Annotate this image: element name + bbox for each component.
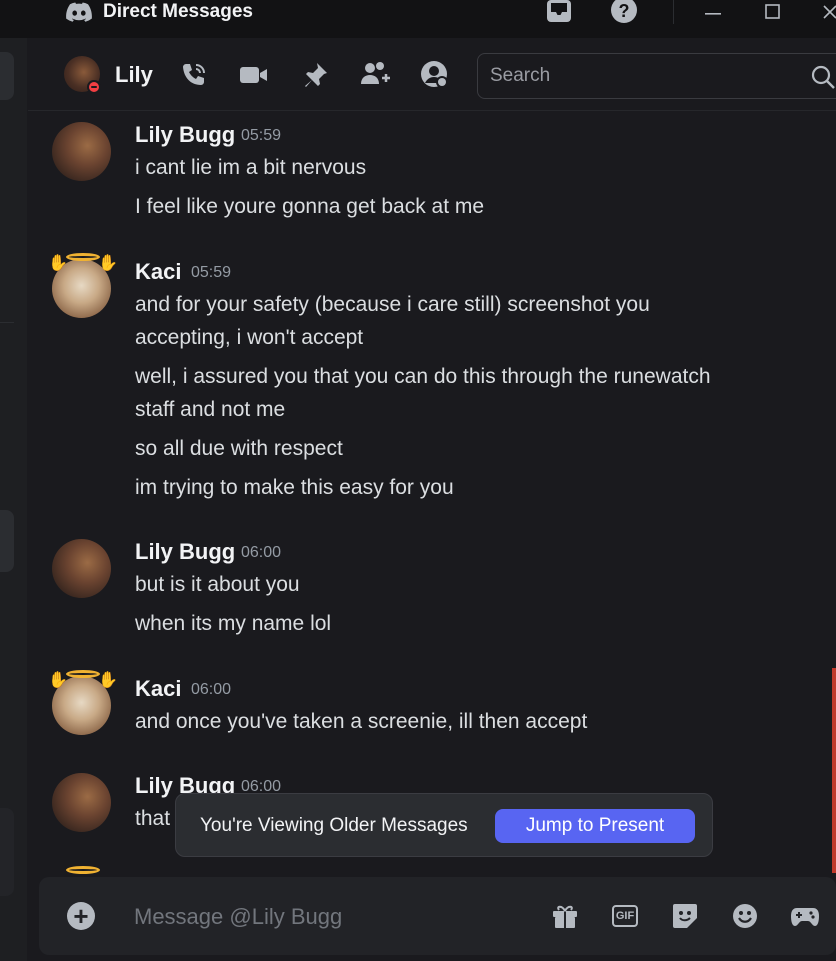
user-profile-icon[interactable]: [420, 60, 450, 90]
jump-to-present-button[interactable]: Jump to Present: [495, 809, 695, 843]
dnd-status-icon: [87, 80, 101, 94]
wing-decoration: ✋: [98, 672, 118, 689]
emoji-icon[interactable]: [730, 901, 760, 931]
wing-decoration: ✋: [98, 255, 118, 272]
message-text: I feel like youre gonna get back at me: [135, 195, 485, 218]
sticker-icon[interactable]: [670, 901, 700, 931]
search-icon[interactable]: [810, 64, 836, 90]
minimize-icon[interactable]: [704, 0, 722, 24]
wing-decoration: ✋: [48, 255, 68, 272]
wing-decoration: ✋: [48, 672, 68, 689]
message-timestamp: 06:00: [191, 681, 232, 698]
sidebar-divider: [0, 322, 14, 323]
inbox-icon[interactable]: [546, 0, 572, 24]
search-box[interactable]: [477, 53, 836, 99]
halo-decoration: [66, 866, 100, 874]
activities-gamepad-icon[interactable]: [790, 901, 820, 931]
scrollbar-indicator[interactable]: [832, 668, 836, 873]
message-composer: + GIF: [39, 877, 836, 955]
halo-decoration: [66, 670, 100, 678]
titlebar-divider: [673, 0, 674, 24]
message-author[interactable]: Lily Bugg: [135, 539, 235, 565]
message-text: but is it about you: [135, 573, 300, 596]
add-attachment-icon[interactable]: +: [67, 902, 95, 930]
message-author[interactable]: Kaci: [135, 676, 181, 702]
sidebar-item[interactable]: [0, 52, 14, 100]
sidebar-item[interactable]: [0, 510, 14, 572]
message-text: im trying to make this easy for you: [135, 476, 454, 499]
message-text: and for your safety (because i care stil…: [135, 293, 650, 316]
message-author[interactable]: Kaci: [135, 259, 181, 285]
discord-logo-icon: [66, 2, 92, 22]
voice-call-icon[interactable]: [179, 60, 209, 90]
title-bar: Direct Messages ?: [0, 0, 836, 38]
window-title: Direct Messages: [103, 1, 253, 22]
maximize-icon[interactable]: [764, 0, 782, 24]
dm-panel: Lily Lily Bugg 05:59 i cant lie im a bit…: [28, 38, 836, 961]
avatar[interactable]: [52, 773, 111, 832]
message-text: staff and not me: [135, 398, 286, 421]
message-text: when its my name lol: [135, 612, 332, 635]
dm-header: Lily: [28, 38, 836, 111]
older-messages-bar: You're Viewing Older Messages Jump to Pr…: [175, 793, 713, 857]
gif-icon[interactable]: GIF: [612, 905, 638, 927]
video-call-icon[interactable]: [239, 60, 269, 90]
message-timestamp: 06:00: [241, 544, 282, 561]
message-text: and once you've taken a screenie, ill th…: [135, 710, 588, 733]
svg-text:?: ?: [619, 1, 630, 21]
add-friends-icon[interactable]: [360, 60, 390, 90]
message-text: i cant lie im a bit nervous: [135, 156, 367, 179]
older-messages-text: You're Viewing Older Messages: [200, 815, 468, 836]
message-text: accepting, i won't accept: [135, 326, 364, 349]
pin-icon[interactable]: [300, 60, 330, 90]
sidebar-item[interactable]: [0, 808, 14, 896]
message-input[interactable]: [134, 901, 514, 933]
message-timestamp: 05:59: [191, 264, 232, 281]
avatar[interactable]: [52, 539, 111, 598]
gift-icon[interactable]: [550, 901, 580, 931]
help-icon[interactable]: ?: [610, 0, 638, 24]
dm-recipient-name[interactable]: Lily: [115, 62, 153, 88]
halo-decoration: [66, 253, 100, 261]
message-text: so all due with respect: [135, 437, 343, 460]
sidebar-strip: [0, 38, 27, 961]
search-input[interactable]: [490, 64, 800, 88]
message-author[interactable]: Lily Bugg: [135, 122, 235, 148]
message-text: well, i assured you that you can do this…: [135, 365, 711, 388]
message-timestamp: 05:59: [241, 127, 282, 144]
close-icon[interactable]: [822, 0, 836, 24]
avatar[interactable]: [52, 122, 111, 181]
